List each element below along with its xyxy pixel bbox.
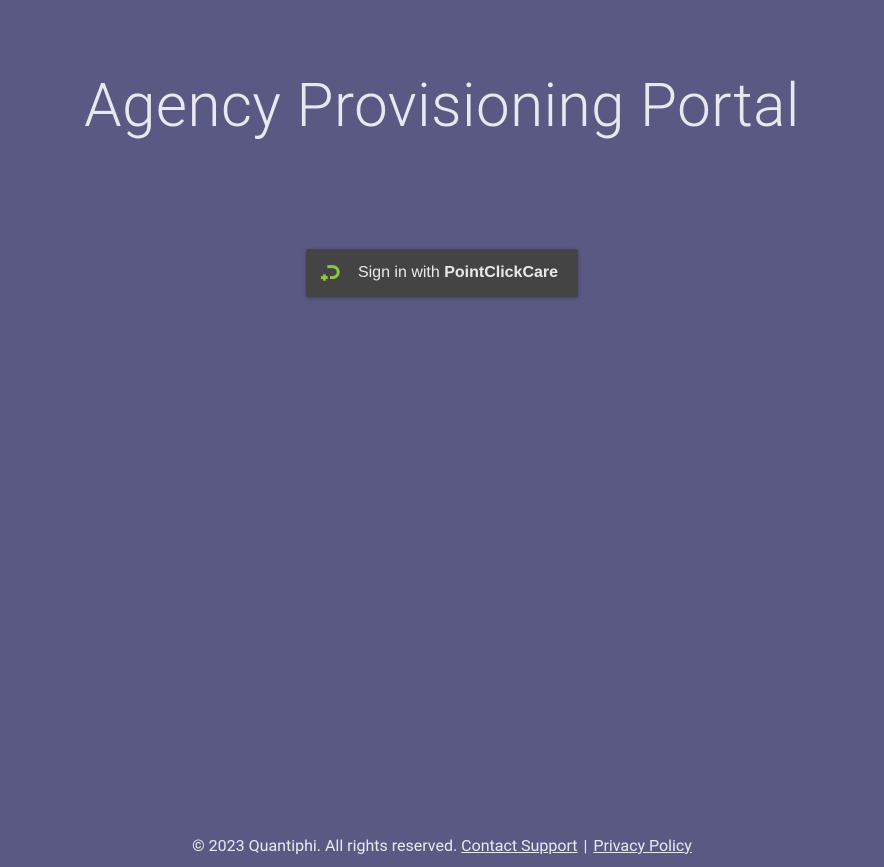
privacy-policy-link[interactable]: Privacy Policy — [593, 836, 692, 855]
signin-brand: PointClickCare — [444, 264, 558, 281]
signin-label: Sign in with PointClickCare — [358, 264, 558, 282]
contact-support-link[interactable]: Contact Support — [461, 836, 577, 855]
footer-separator: | — [580, 836, 592, 855]
footer: © 2023 Quantiphi. All rights reserved. C… — [0, 836, 884, 855]
page-title: Agency Provisioning Portal — [0, 0, 884, 141]
signin-prefix: Sign in with — [358, 264, 444, 281]
pointclickcare-logo-icon — [320, 263, 340, 283]
signin-button[interactable]: Sign in with PointClickCare — [306, 249, 578, 297]
signin-container: Sign in with PointClickCare — [0, 249, 884, 297]
copyright-text: © 2023 Quantiphi. All rights reserved. — [192, 836, 461, 855]
